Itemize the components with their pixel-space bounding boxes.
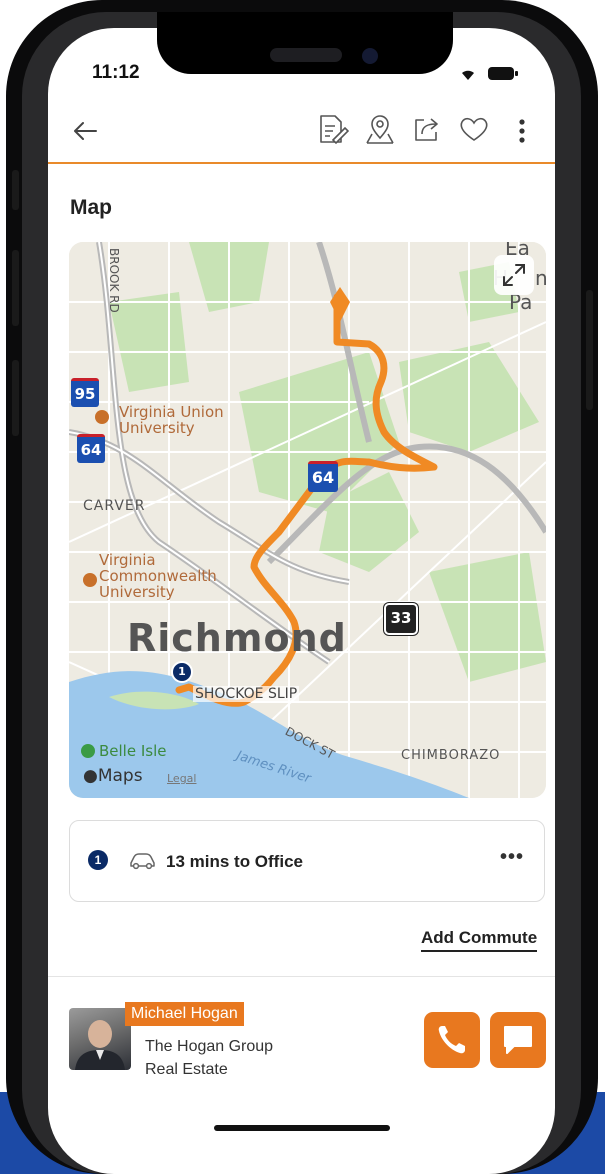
chat-bubble-icon — [504, 1026, 532, 1054]
vuu-poi-icon — [95, 410, 109, 424]
vcu-poi-icon — [83, 573, 97, 587]
favorite-button[interactable] — [457, 112, 491, 146]
map-pin-icon — [366, 115, 394, 144]
map-label-vuu: Virginia Union University — [119, 403, 224, 437]
map-label-carver: CARVER — [83, 498, 146, 514]
section-divider — [48, 976, 555, 977]
speaker-grille — [270, 48, 342, 62]
map-label-chimborazo: CHIMBORAZO — [401, 748, 501, 763]
front-camera — [362, 48, 378, 64]
add-commute-link[interactable]: Add Commute — [421, 928, 538, 952]
interstate-64-shield-center: 64 — [308, 461, 338, 492]
route-33-shield: 33 — [384, 603, 418, 635]
vertical-dots-icon — [519, 119, 525, 143]
expand-map-button[interactable] — [494, 255, 534, 295]
home-indicator — [214, 1125, 390, 1131]
agent-avatar — [69, 1008, 131, 1070]
mute-switch — [12, 170, 19, 210]
commute-more-button[interactable]: ••• — [500, 846, 524, 869]
share-icon — [415, 118, 438, 141]
map-label-vcu: Virginia Commonwealth University — [99, 551, 217, 601]
commute-text: 13 mins to Office — [166, 852, 303, 871]
battery-icon — [488, 67, 518, 80]
map-view[interactable]: BROOK RD 95 64 64 33 Virginia Union Univ… — [69, 242, 546, 798]
park-poi-icon — [81, 744, 95, 758]
legal-link[interactable]: Legal — [167, 772, 196, 785]
notch — [157, 12, 453, 74]
power-button — [586, 290, 593, 410]
expand-icon — [503, 264, 525, 286]
interstate-95-shield: 95 — [71, 378, 99, 407]
header-divider — [48, 162, 555, 164]
map-label-brook-rd: BROOK RD — [107, 248, 121, 313]
map-label-belle-isle: Belle Isle — [99, 742, 167, 760]
map-label-city: Richmond — [127, 616, 347, 660]
notes-button[interactable] — [315, 112, 350, 146]
agent-name: Michael Hogan — [125, 1002, 244, 1026]
back-button[interactable] — [70, 116, 100, 146]
volume-down-button — [12, 360, 19, 436]
map-label-shockoe-slip: SHOCKOE SLIP — [193, 686, 300, 702]
interstate-64-shield-left: 64 — [77, 434, 105, 463]
wifi-icon — [462, 70, 474, 80]
share-button[interactable] — [410, 112, 444, 146]
phone-icon — [438, 1026, 465, 1054]
map-canvas — [69, 242, 546, 798]
agent-company: The Hogan Group Real Estate — [145, 1038, 274, 1078]
status-time: 11:12 — [92, 62, 140, 83]
arrow-left-icon — [74, 122, 97, 140]
note-edit-icon — [320, 115, 350, 145]
origin-marker: 1 — [171, 661, 193, 683]
agent-portrait — [75, 1020, 125, 1070]
map-label-fragment-n: n — [535, 266, 546, 290]
message-button[interactable] — [490, 1012, 546, 1068]
call-button[interactable] — [424, 1012, 480, 1068]
section-title: Map — [70, 196, 112, 219]
car-icon — [130, 853, 155, 870]
more-options-button[interactable] — [512, 114, 532, 146]
commute-number-badge: 1 — [88, 850, 108, 870]
apple-logo-icon: ● — [83, 766, 98, 786]
volume-up-button — [12, 250, 19, 326]
maps-brand: ●Maps — [83, 766, 143, 786]
status-icons — [462, 67, 518, 80]
heart-icon — [460, 117, 488, 141]
location-button[interactable] — [363, 112, 397, 146]
